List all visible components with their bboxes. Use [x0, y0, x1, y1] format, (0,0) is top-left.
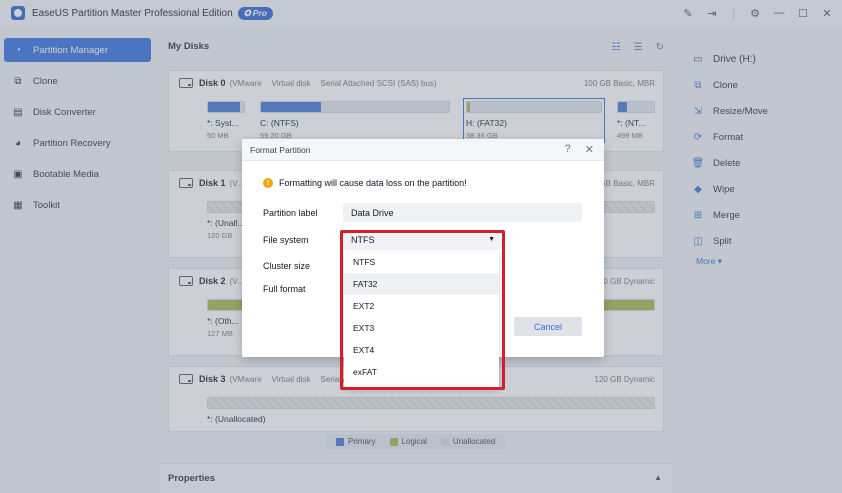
dialog-title: Format Partition	[250, 144, 311, 155]
partition-label-label: Partition label	[263, 208, 318, 218]
dialog-header: Format Partition ? ✕	[242, 139, 604, 161]
full-format-label: Full format	[263, 284, 306, 294]
warning-message: ! Formatting will cause data loss on the…	[263, 178, 467, 188]
annotation-highlight	[340, 230, 505, 390]
warning-icon: !	[263, 178, 273, 188]
file-system-label: File system	[263, 235, 309, 245]
cluster-size-label: Cluster size	[263, 261, 311, 271]
close-icon[interactable]: ✕	[585, 143, 594, 156]
help-icon[interactable]: ?	[565, 143, 571, 156]
cancel-button[interactable]: Cancel	[514, 317, 582, 336]
warning-text: Formatting will cause data loss on the p…	[279, 178, 467, 188]
partition-label-input[interactable]	[343, 203, 582, 222]
